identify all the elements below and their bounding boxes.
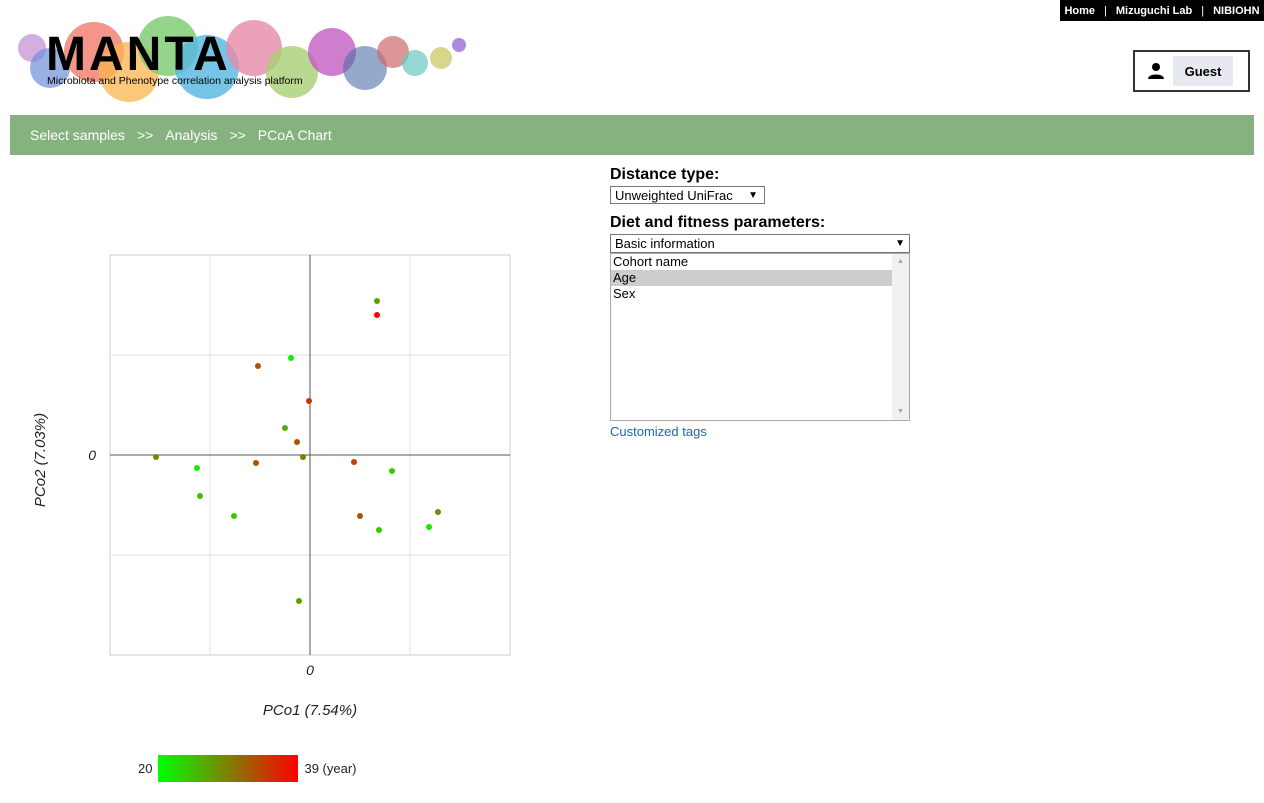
scatter-point	[253, 460, 259, 466]
breadcrumb: Select samples >> Analysis >> PCoA Chart	[10, 115, 1254, 155]
manta-logo[interactable]: MANTA Microbiota and Phenotype correlati…	[14, 12, 474, 106]
mizuguchi-lab-link[interactable]: Mizuguchi Lab	[1116, 5, 1192, 17]
link-separator: |	[1201, 4, 1205, 17]
x-tick-label: 0	[306, 662, 314, 678]
breadcrumb-select-samples[interactable]: Select samples	[30, 127, 125, 143]
scatter-point	[231, 513, 237, 519]
scatter-point	[300, 454, 306, 460]
link-separator: |	[1104, 4, 1107, 17]
scroll-down-icon[interactable]: ▼	[892, 405, 909, 419]
scatter-point	[426, 524, 432, 530]
user-box: Guest	[1133, 50, 1250, 92]
scatter-point	[351, 459, 357, 465]
breadcrumb-analysis[interactable]: Analysis	[165, 127, 217, 143]
parameters-category-value: Basic information	[615, 236, 715, 251]
guest-button[interactable]: Guest	[1173, 56, 1233, 86]
parameters-category-select[interactable]: Basic information ▼	[610, 234, 910, 253]
distance-type-select[interactable]: Unweighted UniFrac ▼	[610, 186, 765, 204]
nibiohn-link[interactable]: NIBIOHN	[1213, 5, 1259, 17]
scatter-point	[435, 509, 441, 515]
legend-max-label: 39 (year)	[304, 761, 357, 776]
logo-subtitle: Microbiota and Phenotype correlation ana…	[47, 75, 303, 87]
scatter-point	[153, 454, 159, 460]
color-legend: 20 39 (year)	[138, 755, 357, 782]
scatter-point	[374, 298, 380, 304]
x-axis-label: PCo1 (7.54%)	[263, 702, 357, 719]
scatter-point	[374, 312, 380, 318]
chevron-down-icon: ▼	[748, 189, 758, 201]
breadcrumb-separator: >>	[136, 127, 154, 143]
scatter-point	[294, 439, 300, 445]
pcoa-chart: 0 0 PCo1 (7.54%) PCo2 (7.03%)	[0, 160, 600, 800]
y-axis-label: PCo2 (7.03%)	[32, 413, 49, 507]
breadcrumb-pcoa-chart: PCoA Chart	[257, 127, 332, 143]
user-icon	[1148, 63, 1164, 79]
logo-graphic: MANTA Microbiota and Phenotype correlati…	[18, 16, 466, 102]
logo-title: MANTA	[46, 28, 231, 81]
list-item-sex[interactable]: Sex	[611, 286, 892, 302]
parameters-label: Diet and fitness parameters:	[610, 214, 826, 231]
legend-min-label: 20	[138, 761, 153, 776]
distance-type-label: Distance type:	[610, 166, 720, 183]
scatter-point	[376, 527, 382, 533]
pcoa-chart-svg: 0 0 PCo1 (7.54%) PCo2 (7.03%)	[32, 254, 511, 719]
scatter-point	[306, 398, 312, 404]
list-item-age[interactable]: Age	[611, 270, 892, 286]
listbox-scrollbar[interactable]: ▲ ▼	[892, 254, 909, 420]
top-links-bar: Home | Mizuguchi Lab | NIBIOHN	[1060, 0, 1264, 21]
legend-gradient	[158, 755, 299, 782]
control-panel: Distance type: Unweighted UniFrac ▼ Diet…	[610, 166, 930, 439]
scatter-point	[389, 468, 395, 474]
scatter-point	[255, 363, 261, 369]
scatter-point	[357, 513, 363, 519]
scatter-point	[194, 465, 200, 471]
scatter-point	[282, 425, 288, 431]
scatter-point	[197, 493, 203, 499]
customized-tags-link[interactable]: Customized tags	[610, 424, 930, 439]
scatter-point	[288, 355, 294, 361]
parameters-listbox[interactable]: Cohort name Age Sex ▲ ▼	[610, 253, 910, 421]
y-tick-label: 0	[88, 447, 96, 463]
home-link[interactable]: Home	[1064, 5, 1095, 17]
scatter-point	[296, 598, 302, 604]
chevron-down-icon: ▼	[895, 238, 905, 249]
scroll-up-icon[interactable]: ▲	[892, 255, 909, 269]
breadcrumb-separator: >>	[229, 127, 246, 143]
distance-type-value: Unweighted UniFrac	[615, 187, 733, 203]
list-item-cohort-name[interactable]: Cohort name	[611, 254, 892, 270]
